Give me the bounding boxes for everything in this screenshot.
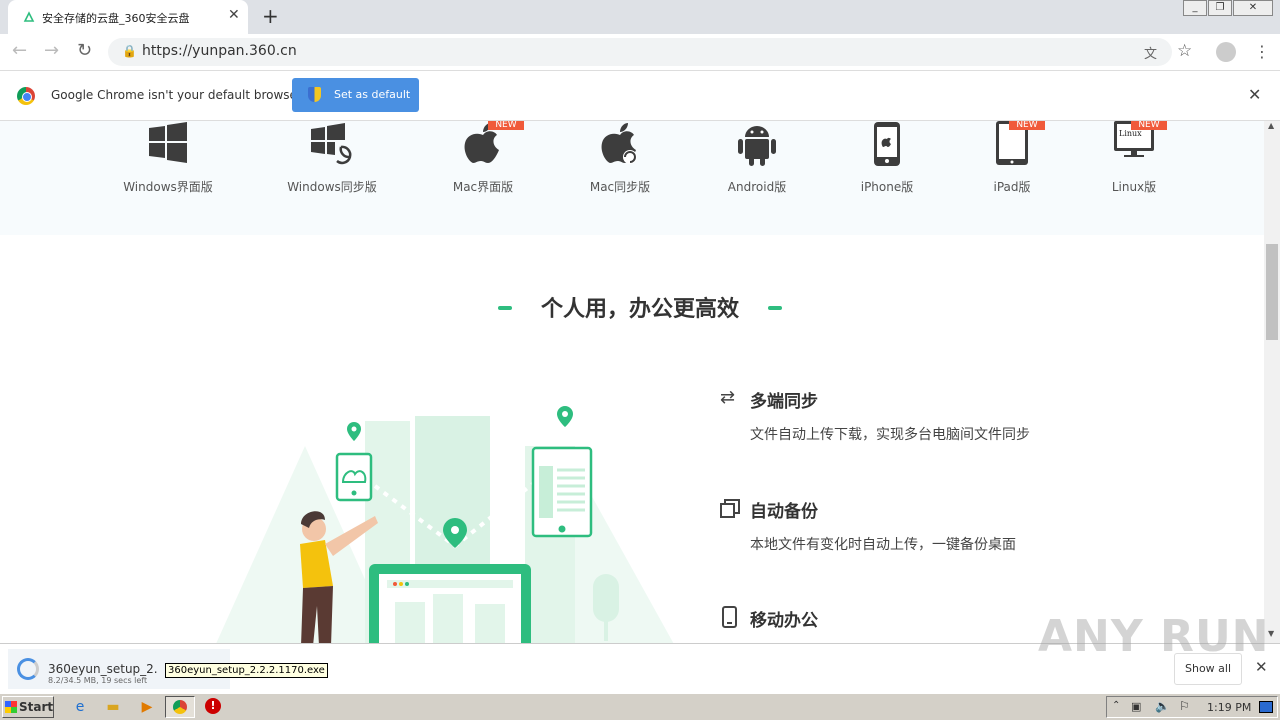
mobile-icon bbox=[722, 606, 737, 628]
tab-close-icon[interactable]: ✕ bbox=[228, 7, 240, 23]
browser-tab[interactable]: 安全存储的云盘_360安全云盘 ✕ bbox=[8, 0, 248, 34]
platform-label: Windows同步版 bbox=[287, 180, 377, 194]
set-as-default-button[interactable]: Set as default bbox=[292, 78, 419, 112]
new-badge: NEW bbox=[488, 121, 524, 130]
linux-screen-text: Linux bbox=[1119, 129, 1142, 138]
new-badge: NEW bbox=[1131, 121, 1167, 130]
platform-windows-sync[interactable]: Windows同步版 bbox=[267, 121, 397, 201]
set-as-default-label: Set as default bbox=[334, 88, 411, 101]
feature-desc: 本地文件有变化时自动上传，一键备份桌面 bbox=[750, 537, 1016, 553]
feature-desc: 文件自动上传下载，实现多台电脑间文件同步 bbox=[750, 427, 1030, 443]
lock-icon[interactable]: 🔒 bbox=[122, 44, 137, 58]
bookmark-star-icon[interactable]: ☆ bbox=[1177, 41, 1192, 61]
sync-illustration bbox=[216, 406, 674, 643]
tab-title: 安全存储的云盘_360安全云盘 bbox=[42, 12, 190, 25]
system-tray: ⌃ ▣ 🔈 ⚐ 1:19 PM bbox=[1106, 696, 1278, 718]
platform-download-band: Windows界面版 Windows同步版 NEW Mac界面版 Mac同步版 … bbox=[0, 121, 1264, 235]
title-dash-right bbox=[768, 306, 782, 310]
stop-icon[interactable]: ! bbox=[205, 698, 221, 714]
taskbar-chrome-button[interactable] bbox=[165, 696, 195, 718]
platform-label: iPad版 bbox=[993, 180, 1031, 194]
windows-icon bbox=[149, 122, 187, 163]
volume-icon[interactable]: 🔈 bbox=[1155, 699, 1170, 713]
start-label: Start bbox=[19, 700, 54, 714]
chrome-icon bbox=[173, 700, 187, 714]
download-status: 8.2/34.5 MB, 19 secs left bbox=[48, 676, 148, 685]
folder-icon[interactable]: ▬ bbox=[104, 698, 122, 716]
infobar-message: Google Chrome isn't your default browser bbox=[51, 88, 302, 102]
download-tooltip: 360eyun_setup_2.2.2.1170.exe bbox=[165, 663, 328, 678]
page-scrollbar[interactable]: ▲ ▼ bbox=[1264, 121, 1280, 643]
feature-title: 移动办公 bbox=[750, 611, 818, 631]
uac-shield-icon bbox=[308, 87, 321, 102]
platform-label: iPhone版 bbox=[860, 180, 914, 194]
platform-iphone[interactable]: iPhone版 bbox=[822, 121, 952, 201]
platform-ipad[interactable]: NEW iPad版 bbox=[947, 121, 1077, 201]
tray-expand-icon[interactable]: ⌃ bbox=[1112, 700, 1120, 711]
copy-backup-icon bbox=[720, 499, 740, 518]
profile-avatar-icon[interactable] bbox=[1216, 42, 1236, 62]
platform-label: Mac同步版 bbox=[589, 180, 651, 194]
new-badge: NEW bbox=[1009, 121, 1045, 130]
address-bar[interactable]: 🔒 https://yunpan.360.cn 文 ☆ bbox=[108, 38, 1192, 66]
download-filename: 360eyun_setup_2. bbox=[48, 662, 158, 676]
platform-linux[interactable]: Linux NEW Linux版 bbox=[1069, 121, 1199, 201]
back-arrow-icon[interactable]: ← bbox=[12, 40, 27, 61]
close-window-button[interactable]: ✕ bbox=[1233, 0, 1273, 16]
windows-flag-icon bbox=[5, 701, 17, 713]
platform-windows[interactable]: Windows界面版 bbox=[103, 121, 233, 201]
cloud-favicon-icon bbox=[23, 11, 35, 22]
download-shelf-close-icon[interactable]: ✕ bbox=[1255, 658, 1268, 676]
ie-icon[interactable]: e bbox=[71, 698, 89, 716]
android-icon bbox=[738, 126, 776, 166]
new-tab-button[interactable]: + bbox=[262, 4, 279, 28]
minimize-button[interactable]: _ bbox=[1183, 0, 1207, 16]
scroll-thumb[interactable] bbox=[1266, 244, 1278, 340]
media-player-icon[interactable]: ▶ bbox=[138, 698, 156, 716]
iphone-icon bbox=[874, 122, 900, 166]
maximize-button[interactable]: ❐ bbox=[1208, 0, 1232, 16]
show-all-button[interactable]: Show all bbox=[1174, 653, 1242, 685]
start-button[interactable]: Start bbox=[2, 696, 54, 718]
section-title: 个人用，办公更高效 bbox=[540, 297, 739, 322]
platform-label: Linux版 bbox=[1111, 180, 1157, 194]
download-progress-icon bbox=[17, 658, 39, 680]
network-icon[interactable]: ▣ bbox=[1131, 700, 1141, 713]
tab-strip: 安全存储的云盘_360安全云盘 ✕ + _ ❐ ✕ bbox=[0, 0, 1280, 34]
forward-arrow-icon[interactable]: → bbox=[44, 40, 59, 61]
browser-toolbar: ← → ↻ 🔒 https://yunpan.360.cn 文 ☆ ⋮ bbox=[0, 34, 1280, 71]
platform-label: Mac界面版 bbox=[452, 180, 514, 194]
windows-taskbar: Start e ▬ ▶ ! ⌃ ▣ 🔈 ⚐ 1:19 PM bbox=[0, 693, 1280, 720]
platform-android[interactable]: Android版 bbox=[692, 121, 822, 201]
platform-mac[interactable]: NEW Mac界面版 bbox=[418, 121, 548, 201]
flag-icon[interactable]: ⚐ bbox=[1179, 699, 1190, 713]
url-text[interactable]: https://yunpan.360.cn bbox=[142, 43, 297, 59]
sync-arrows-icon: ⇄ bbox=[720, 387, 736, 408]
download-shelf: ANY RUN 360eyun_setup_2. 8.2/34.5 MB, 19… bbox=[0, 611, 1280, 693]
platform-label: Windows界面版 bbox=[123, 180, 213, 194]
feature-title: 多端同步 bbox=[750, 392, 818, 412]
platform-mac-sync[interactable]: Mac同步版 bbox=[555, 121, 685, 201]
apple-sync-icon bbox=[601, 123, 637, 164]
windows-sync-icon bbox=[311, 123, 352, 165]
show-desktop-icon[interactable] bbox=[1259, 701, 1273, 713]
page-content: Windows界面版 Windows同步版 NEW Mac界面版 Mac同步版 … bbox=[0, 121, 1264, 643]
taskbar-clock: 1:19 PM bbox=[1207, 701, 1252, 714]
scroll-up-icon[interactable]: ▲ bbox=[1268, 121, 1274, 130]
default-browser-infobar: Google Chrome isn't your default browser… bbox=[0, 71, 1280, 121]
infobar-close-icon[interactable]: ✕ bbox=[1248, 85, 1261, 104]
menu-dots-icon[interactable]: ⋮ bbox=[1254, 42, 1270, 61]
platform-label: Android版 bbox=[727, 180, 787, 194]
reload-icon[interactable]: ↻ bbox=[77, 40, 92, 61]
feature-title: 自动备份 bbox=[750, 502, 818, 522]
translate-icon[interactable]: 文 bbox=[1144, 43, 1157, 62]
chrome-logo-icon bbox=[17, 87, 35, 105]
